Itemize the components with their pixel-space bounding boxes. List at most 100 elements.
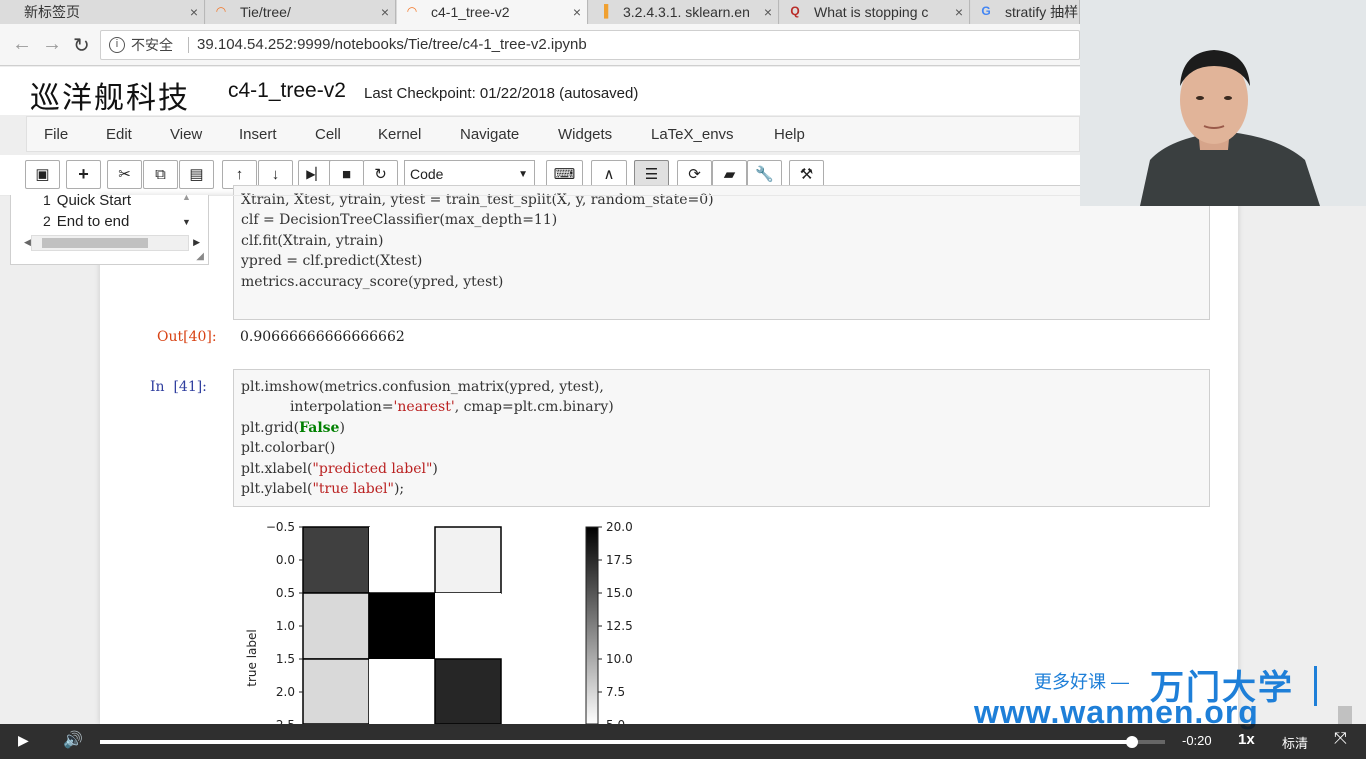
back-icon[interactable]: ← <box>12 33 32 56</box>
close-icon[interactable]: × <box>190 1 198 23</box>
browser-tab[interactable]: G stratify 抽样 <box>971 0 1080 24</box>
browser-address-row: ← → ↻ i 不安全 39.104.54.252:9999/notebooks… <box>0 24 1080 66</box>
speed-button[interactable]: 1x <box>1238 731 1255 748</box>
code-line: ypred = clf.predict(Xtest) <box>241 253 423 269</box>
scroll-up-icon[interactable]: ▲ <box>182 192 191 202</box>
menu-navigate[interactable]: Navigate <box>460 126 519 143</box>
colorbar <box>585 526 599 724</box>
menu-bar: File Edit View Insert Cell Kernel Naviga… <box>26 116 1080 152</box>
menu-kernel[interactable]: Kernel <box>378 126 421 143</box>
colorbar-tick-label: 10.0 <box>606 652 633 666</box>
scroll-left-icon[interactable]: ◀ <box>24 237 31 248</box>
heatmap-cell <box>369 527 435 593</box>
heatmap-cell <box>302 592 370 660</box>
menu-view[interactable]: View <box>170 126 202 143</box>
colorbar-tick-label: 7.5 <box>606 685 625 699</box>
menu-edit[interactable]: Edit <box>106 126 132 143</box>
menu-widgets[interactable]: Widgets <box>558 126 612 143</box>
fullscreen-icon[interactable]: ⤧ <box>1334 730 1347 748</box>
tab-title: Tie/tree/ <box>240 4 291 20</box>
menu-insert[interactable]: Insert <box>239 126 277 143</box>
jupyter-icon: ◠ <box>215 4 227 18</box>
y-tick-label: 0.0 <box>276 553 295 567</box>
scroll-down-icon[interactable]: ▼ <box>182 217 191 227</box>
add-cell-icon[interactable]: + <box>66 160 101 189</box>
y-axis-label: true label <box>245 629 259 686</box>
close-icon[interactable]: × <box>573 1 581 23</box>
menu-cell[interactable]: Cell <box>315 126 341 143</box>
cut-icon[interactable]: ✂ <box>107 160 142 189</box>
browser-tab[interactable]: ▐ 3.2.4.3.1. sklearn.en × <box>589 0 779 24</box>
google-icon: G <box>981 4 991 18</box>
tab-title: 3.2.4.3.1. sklearn.en <box>623 4 750 20</box>
progress-knob[interactable] <box>1125 736 1138 748</box>
close-icon[interactable]: × <box>764 1 772 23</box>
info-icon[interactable]: i <box>109 37 125 53</box>
resize-grip-icon[interactable]: ◢ <box>196 251 204 262</box>
heatmap-cell <box>435 593 501 659</box>
close-icon[interactable]: × <box>955 1 963 23</box>
y-tick-label: 1.0 <box>276 619 295 633</box>
copy-icon[interactable]: ⧉ <box>143 160 178 189</box>
quality-button[interactable]: 标清 <box>1282 733 1308 752</box>
input-prompt: In [41]: <box>150 379 207 395</box>
chevron-down-icon: ▼ <box>518 169 528 180</box>
tab-title: 新标签页 <box>24 4 80 20</box>
browser-tab[interactable]: Q What is stopping c × <box>780 0 970 24</box>
toc-item[interactable]: 2 End to end <box>43 213 129 230</box>
code-line: clf.fit(Xtrain, ytrain) <box>241 233 384 249</box>
chart-favicon: ▐ <box>599 4 609 18</box>
time-remaining: -0:20 <box>1182 733 1212 748</box>
tab-title: stratify 抽样 <box>1005 4 1079 20</box>
paste-icon[interactable]: ▤ <box>179 160 214 189</box>
code-line: clf = DecisionTreeClassifier(max_depth=1… <box>241 212 558 228</box>
browser-tab-strip: 新标签页 × ◠ Tie/tree/ × ◠ c4-1_tree-v2 × ▐ … <box>0 0 1080 25</box>
y-tick-label: −0.5 <box>266 520 295 534</box>
code-cell[interactable]: plt.imshow(metrics.confusion_matrix(ypre… <box>233 369 1210 507</box>
notebook-name[interactable]: c4-1_tree-v2 <box>228 79 346 103</box>
output-prompt: Out[40]: <box>157 329 217 345</box>
checkpoint-status: Last Checkpoint: 01/22/2018 (autosaved) <box>364 85 639 102</box>
colorbar-tick-label: 20.0 <box>606 520 633 534</box>
y-tick-label: 0.5 <box>276 586 295 600</box>
forward-icon[interactable]: → <box>42 33 62 56</box>
heatmap-cell <box>369 659 435 724</box>
close-icon[interactable]: × <box>381 1 389 23</box>
menu-file[interactable]: File <box>44 126 68 143</box>
code-line: plt.xlabel("predicted label") <box>241 461 438 477</box>
webcam-overlay <box>1080 0 1366 206</box>
menu-help[interactable]: Help <box>774 126 805 143</box>
video-player-bar: ▶ 🔊 -0:20 1x 标清 ⤧ <box>0 724 1366 759</box>
cell-type-value: Code <box>410 166 444 182</box>
scroll-right-icon[interactable]: ▶ <box>193 237 200 248</box>
heatmap-cell <box>434 658 502 724</box>
security-label: 不安全 <box>131 37 173 53</box>
url-text[interactable]: 39.104.54.252:9999/notebooks/Tie/tree/c4… <box>197 31 587 59</box>
code-line: plt.ylabel("true label"); <box>241 481 405 497</box>
menu-latex-envs[interactable]: LaTeX_envs <box>651 126 734 143</box>
browser-tab-active[interactable]: ◠ c4-1_tree-v2 × <box>397 0 588 25</box>
toc-panel: 1 Quick Start 2 End to end ▲ ▼ ◀ ▶ ◢ <box>10 192 209 265</box>
tab-title: What is stopping c <box>814 4 929 20</box>
address-bar[interactable]: i 不安全 39.104.54.252:9999/notebooks/Tie/t… <box>100 30 1080 60</box>
save-icon[interactable]: ▣ <box>25 160 60 189</box>
toc-item[interactable]: 1 Quick Start <box>43 192 131 209</box>
volume-icon[interactable]: 🔊 <box>63 730 83 750</box>
blank-page-icon <box>8 4 22 18</box>
progress-bar[interactable] <box>100 736 1165 748</box>
horizontal-scrollbar[interactable]: ◀ ▶ <box>24 235 200 251</box>
browser-tab[interactable]: 新标签页 × <box>0 0 205 24</box>
code-line: plt.colorbar() <box>241 440 336 456</box>
play-icon[interactable]: ▶ <box>18 732 29 749</box>
reload-icon[interactable]: ↻ <box>73 33 90 58</box>
toc-item-label: Quick Start <box>56 192 131 209</box>
divider <box>188 37 189 53</box>
code-cell[interactable]: Xtrain, Xtest, ytrain, ytest = train_tes… <box>233 185 1210 320</box>
y-tick-label: 2.0 <box>276 685 295 699</box>
jupyter-icon: ◠ <box>406 4 418 18</box>
scroll-thumb[interactable] <box>42 238 148 248</box>
logo: 巡洋舰科技 <box>30 81 190 116</box>
browser-tab[interactable]: ◠ Tie/tree/ × <box>206 0 396 24</box>
output-value: 0.90666666666666662 <box>240 329 405 345</box>
page-scrollbar-thumb[interactable] <box>1338 706 1352 724</box>
